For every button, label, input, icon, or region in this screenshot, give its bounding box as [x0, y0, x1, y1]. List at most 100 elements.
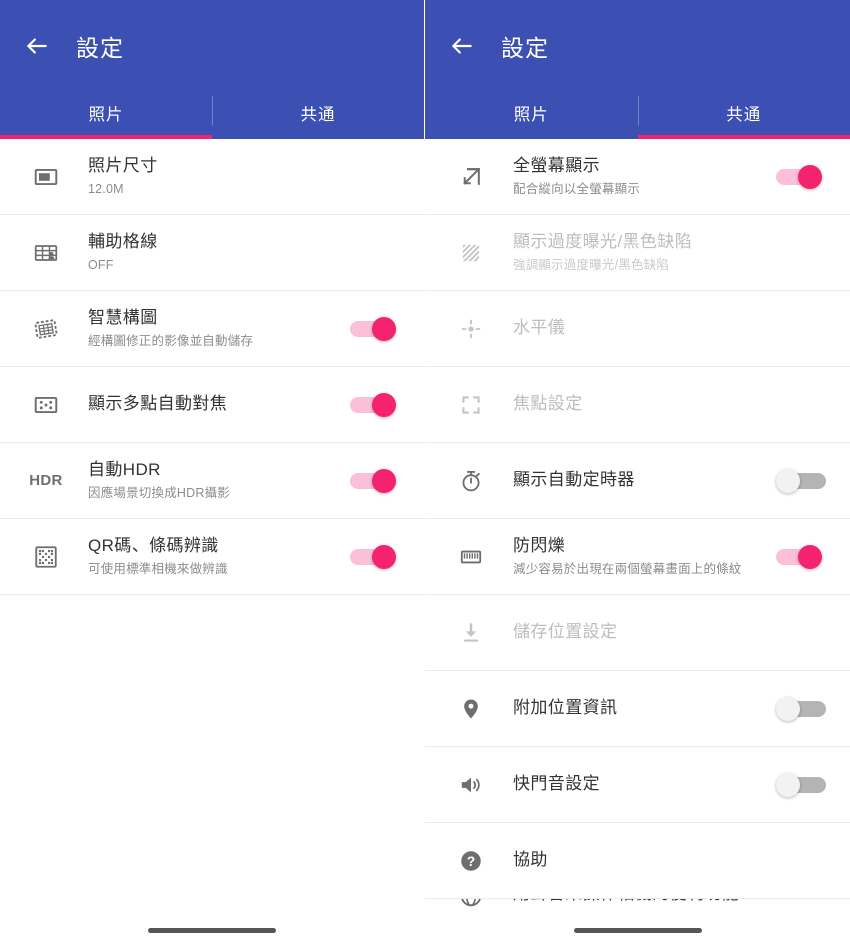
- photo-size-icon: [18, 164, 74, 190]
- row-text-group: 照片尺寸 12.0M: [88, 155, 402, 197]
- tab-bar: 照片 共通: [425, 92, 850, 139]
- settings-row[interactable]: 智慧構圖經構圖修正的影像並自動儲存: [0, 291, 424, 367]
- toggle-knob: [798, 544, 822, 569]
- svg-text:?: ?: [467, 853, 475, 868]
- back-arrow-icon[interactable]: [20, 29, 54, 63]
- row-text-group: 顯示自動定時器: [513, 469, 768, 492]
- row-title: 水平儀: [513, 318, 566, 338]
- anti-flicker-icon: [443, 544, 499, 570]
- dual-screenshot-container: 設定 照片 共通 照片尺寸 12.0M 輔助格線 OFF 智慧構圖 經構圖修正的影像並自動儲存顯…: [0, 0, 850, 942]
- row-title: 用聲音來操作相機的便利功能: [513, 899, 828, 906]
- back-arrow-icon[interactable]: [445, 29, 479, 63]
- level-gauge-icon: [443, 316, 499, 342]
- toggle-switch[interactable]: [776, 466, 828, 496]
- toggle-switch[interactable]: [776, 770, 828, 800]
- multi-af-icon: [18, 392, 74, 418]
- toggle-knob: [372, 468, 396, 493]
- row-text-group: 用聲音來操作相機的便利功能: [513, 899, 828, 906]
- help-circle-icon: ?: [443, 848, 499, 874]
- save-location-icon: [443, 620, 499, 646]
- grid-lines-icon: [18, 240, 74, 266]
- toggle-switch[interactable]: [350, 314, 402, 344]
- tab-photo[interactable]: 照片: [425, 92, 638, 139]
- toggle-knob: [776, 468, 800, 493]
- home-indicator[interactable]: [148, 928, 276, 933]
- settings-row[interactable]: 用聲音來操作相機的便利功能: [425, 899, 850, 929]
- settings-row[interactable]: 顯示自動定時器: [425, 443, 850, 519]
- home-indicator[interactable]: [573, 928, 702, 933]
- app-bar: 設定 照片 共通: [425, 0, 850, 139]
- toggle-knob: [372, 392, 396, 417]
- row-text-group: 儲存位置設定: [513, 621, 828, 644]
- app-bar-top: 設定: [425, 0, 850, 92]
- row-title: 協助: [513, 850, 548, 870]
- settings-row[interactable]: 顯示多點自動對焦: [0, 367, 424, 443]
- tab-divider: [212, 96, 213, 126]
- fullscreen-arrow-icon: [443, 163, 499, 190]
- toggle-switch[interactable]: [350, 466, 402, 496]
- row-text-group: QR碼、條碼辨識 可使用標準相機來做辨識: [88, 535, 342, 577]
- settings-row[interactable]: 輔助格線 OFF: [0, 215, 424, 291]
- row-text-group: 水平儀: [513, 317, 828, 340]
- settings-row[interactable]: HDR 自動HDR 因應場景切換成HDR攝影: [0, 443, 424, 519]
- row-subtitle: 12.0M: [88, 182, 124, 197]
- settings-row[interactable]: QR碼、條碼辨識 可使用標準相機來做辨識: [0, 519, 424, 595]
- row-text-group: 顯示多點自動對焦: [88, 393, 342, 416]
- app-bar: 設定照片 共通: [0, 0, 424, 139]
- focus-brackets-icon: [443, 392, 499, 418]
- row-text-group: 顯示過度曝光/黑色缺陷強調顯示過度曝光/黑色缺陷: [513, 231, 828, 273]
- row-title: 顯示自動定時器: [513, 470, 635, 490]
- row-title: 照片尺寸: [88, 156, 158, 176]
- settings-row[interactable]: 照片尺寸 12.0M: [0, 139, 424, 215]
- toggle-switch[interactable]: [776, 542, 828, 572]
- row-subtitle: 因應場景切換成HDR攝影: [88, 486, 230, 501]
- speaker-icon: [443, 772, 499, 798]
- row-title: 防閃爍: [513, 536, 566, 556]
- row-subtitle: 配合縱向以全螢幕顯示: [513, 182, 641, 197]
- row-subtitle: OFF: [88, 258, 114, 273]
- row-subtitle: 可使用標準相機來做辨識: [88, 562, 228, 577]
- toggle-switch[interactable]: [350, 390, 402, 420]
- row-subtitle: 強調顯示過度曝光/黑色缺陷: [513, 258, 670, 273]
- screen-common-settings: 設定 照片 共通全螢幕顯示配合縱向以全螢幕顯示顯示過度曝光/黑色缺陷強調顯示過度曝光…: [425, 0, 850, 942]
- page-title: 設定: [76, 35, 124, 61]
- row-subtitle: 經構圖修正的影像並自動儲存: [88, 334, 254, 349]
- tab-common[interactable]: 共通: [212, 92, 424, 139]
- settings-row[interactable]: 全螢幕顯示配合縱向以全螢幕顯示: [425, 139, 850, 215]
- row-text-group: 快門音設定: [513, 773, 768, 796]
- row-text-group: 智慧構圖經構圖修正的影像並自動儲存: [88, 307, 342, 349]
- row-text-group: 自動HDR 因應場景切換成HDR攝影: [88, 459, 342, 501]
- row-text-group: 焦點設定: [513, 393, 828, 416]
- row-text-group: 附加位置資訊: [513, 697, 768, 720]
- voice-globe-icon: [443, 899, 499, 909]
- settings-row[interactable]: 防閃爍減少容易於出現在兩個螢幕畫面上的條紋: [425, 519, 850, 595]
- screen-photo-settings: 設定照片 共通照片尺寸 12.0M 輔助格線 OFF 智慧構圖經構圖修正的影像並自動儲存顯…: [0, 0, 425, 942]
- location-pin-icon: [443, 696, 499, 722]
- toggle-switch[interactable]: [350, 542, 402, 572]
- row-title: 顯示過度曝光/黑色缺陷: [513, 232, 693, 252]
- tab-divider: [637, 96, 639, 126]
- qr-code-icon: [18, 544, 74, 570]
- row-title: 全螢幕顯示: [513, 156, 600, 176]
- toggle-knob: [372, 316, 396, 341]
- row-title: 快門音設定: [513, 774, 600, 794]
- tab-common[interactable]: 共通: [638, 92, 850, 139]
- timer-icon: [443, 468, 499, 494]
- settings-row[interactable]: 快門音設定: [425, 747, 850, 823]
- app-bar-top: 設定: [0, 0, 424, 92]
- settings-list: 照片尺寸 12.0M 輔助格線 OFF 智慧構圖經構圖修正的影像並自動儲存顯示多點自動對…: [0, 139, 424, 942]
- settings-row: 水平儀: [425, 291, 850, 367]
- row-subtitle: 減少容易於出現在兩個螢幕畫面上的條紋: [513, 562, 742, 577]
- row-title: 智慧構圖: [88, 308, 158, 328]
- row-title: 輔助格線: [88, 232, 158, 252]
- toggle-switch[interactable]: [776, 694, 828, 724]
- settings-row: 顯示過度曝光/黑色缺陷強調顯示過度曝光/黑色缺陷: [425, 215, 850, 291]
- tab-photo[interactable]: 照片: [0, 92, 212, 139]
- settings-list: 全螢幕顯示配合縱向以全螢幕顯示顯示過度曝光/黑色缺陷強調顯示過度曝光/黑色缺陷水…: [425, 139, 850, 942]
- settings-row[interactable]: 附加位置資訊: [425, 671, 850, 747]
- row-title: 自動HDR: [88, 460, 161, 480]
- smart-composition-icon: [18, 315, 74, 343]
- settings-row[interactable]: ? 協助: [425, 823, 850, 899]
- hdr-label: HDR: [29, 472, 63, 489]
- toggle-switch[interactable]: [776, 162, 828, 192]
